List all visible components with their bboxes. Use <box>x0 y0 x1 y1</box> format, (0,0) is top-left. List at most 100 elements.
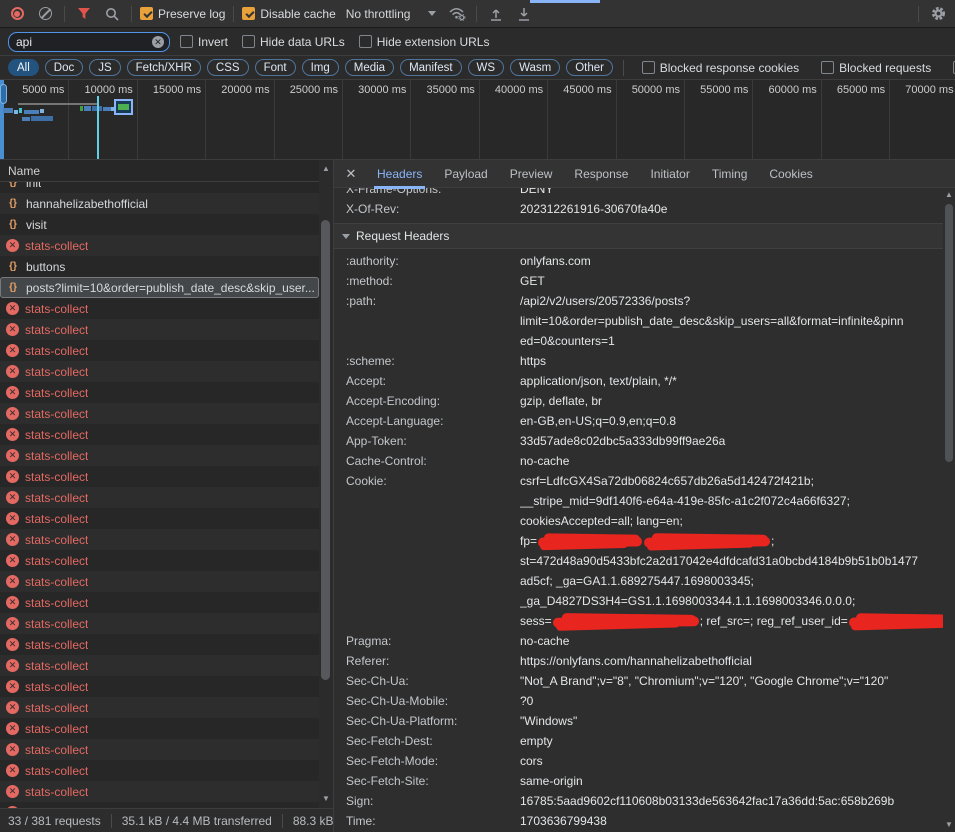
network-toolbar: Preserve log Disable cache No throttling <box>0 0 955 28</box>
request-row-stats-collect[interactable]: ✕stats-collect <box>0 697 319 718</box>
request-row-stats-collect[interactable]: ✕stats-collect <box>0 445 319 466</box>
timeline-tick-label: 10000 ms <box>84 84 136 96</box>
type-filter-fetch-xhr[interactable]: Fetch/XHR <box>127 59 201 76</box>
header-value-line: onlyfans.com <box>520 251 943 271</box>
header-value-line: "Not_A Brand";v="8", "Chromium";v="120",… <box>520 671 943 691</box>
tab-cookies[interactable]: Cookies <box>758 160 823 188</box>
request-name: init <box>26 182 41 190</box>
tab-timing[interactable]: Timing <box>701 160 759 188</box>
request-row-stats-collect[interactable]: ✕stats-collect <box>0 403 319 424</box>
header-value-line: https://onlyfans.com/hannahelizabethoffi… <box>520 651 943 671</box>
request-row-stats-collect[interactable]: ✕stats-collect <box>0 676 319 697</box>
type-filter-js[interactable]: JS <box>89 59 120 76</box>
divider <box>918 6 919 22</box>
tab-initiator[interactable]: Initiator <box>639 160 700 188</box>
type-filter-img[interactable]: Img <box>302 59 339 76</box>
header-row-sec-ch-ua-mobile: Sec-Ch-Ua-Mobile:?0 <box>334 691 943 711</box>
timeline-brush-handle[interactable] <box>0 84 7 104</box>
checkbox-checked <box>242 7 255 20</box>
tab-preview[interactable]: Preview <box>499 160 564 188</box>
request-row-stats-collect[interactable]: ✕stats-collect <box>0 487 319 508</box>
request-row-stats-collect[interactable]: ✕stats-collect <box>0 340 319 361</box>
request-row-stats-collect[interactable]: ✕stats-collect <box>0 571 319 592</box>
request-row-stats-collect[interactable]: ✕stats-collect <box>0 739 319 760</box>
type-filter-doc[interactable]: Doc <box>45 59 83 76</box>
record-button[interactable] <box>6 3 28 25</box>
failed-request-icon: ✕ <box>6 302 19 315</box>
header-value: "Windows" <box>520 711 943 731</box>
import-har-button[interactable] <box>485 3 507 25</box>
request-row-stats-collect[interactable]: ✕stats-collect <box>0 466 319 487</box>
type-filter-media[interactable]: Media <box>345 59 394 76</box>
request-row-stats-collect[interactable]: ✕stats-collect <box>0 508 319 529</box>
preserve-log-checkbox[interactable]: Preserve log <box>140 7 225 21</box>
filter-funnel-icon <box>77 7 91 20</box>
request-row-posts-limit-10-order-pub[interactable]: {}posts?limit=10&order=publish_date_desc… <box>0 277 319 298</box>
request-row-stats-collect[interactable]: ✕stats-collect <box>0 655 319 676</box>
settings-button[interactable] <box>927 3 949 25</box>
type-filter-wasm[interactable]: Wasm <box>510 59 560 76</box>
hide-data-urls-checkbox[interactable]: Hide data URLs <box>242 35 345 49</box>
clear-filter-icon[interactable]: ✕ <box>152 36 164 48</box>
tab-response[interactable]: Response <box>563 160 639 188</box>
blocked-response-cookies-checkbox[interactable]: Blocked response cookies <box>642 61 799 75</box>
scroll-up-icon[interactable]: ▲ <box>943 188 955 202</box>
request-row-stats-collect[interactable]: ✕stats-collect <box>0 592 319 613</box>
disable-cache-checkbox[interactable]: Disable cache <box>242 7 335 21</box>
request-row-stats-collect[interactable]: ✕stats-collect <box>0 550 319 571</box>
failed-request-icon: ✕ <box>6 575 19 588</box>
header-value-line: 1703636799438 <box>520 811 943 831</box>
request-row-hannahelizabethofficial[interactable]: {}hannahelizabethofficial <box>0 193 319 214</box>
name-column-header[interactable]: Name <box>0 160 333 182</box>
request-name: stats-collect <box>25 239 88 253</box>
invert-checkbox[interactable]: Invert <box>180 35 228 49</box>
filter-input[interactable] <box>16 35 152 49</box>
waterfall-selected-request-bar <box>114 99 133 115</box>
request-row-init[interactable]: {}init <box>0 182 319 193</box>
scrollbar-thumb[interactable] <box>945 204 953 462</box>
type-filter-ws[interactable]: WS <box>468 59 505 76</box>
request-row-stats-collect[interactable]: ✕stats-collect <box>0 613 319 634</box>
search-button[interactable] <box>101 3 123 25</box>
request-name: stats-collect <box>25 302 88 316</box>
type-filter-manifest[interactable]: Manifest <box>400 59 461 76</box>
request-row-stats-collect[interactable]: ✕stats-collect <box>0 781 319 802</box>
type-filter-css[interactable]: CSS <box>207 59 249 76</box>
blocked-requests-checkbox[interactable]: Blocked requests <box>821 61 931 75</box>
request-row-stats-collect[interactable]: ✕stats-collect <box>0 760 319 781</box>
clear-button[interactable] <box>34 3 56 25</box>
request-row-stats-collect[interactable]: ✕stats-collect <box>0 529 319 550</box>
hide-extension-urls-checkbox[interactable]: Hide extension URLs <box>359 35 490 49</box>
type-filter-font[interactable]: Font <box>255 59 296 76</box>
scroll-up-icon[interactable]: ▲ <box>319 162 333 176</box>
tab-payload[interactable]: Payload <box>433 160 498 188</box>
tab-headers[interactable]: Headers <box>366 160 433 188</box>
request-row-stats-collect[interactable]: ✕stats-collect <box>0 424 319 445</box>
scroll-down-icon[interactable]: ▼ <box>319 792 333 806</box>
scroll-down-icon[interactable]: ▼ <box>943 818 955 832</box>
timeline-overview[interactable]: 5000 ms10000 ms15000 ms20000 ms25000 ms3… <box>0 80 955 160</box>
request-row-stats-collect[interactable]: ✕stats-collect <box>0 319 319 340</box>
request-row-stats-collect[interactable]: ✕stats-collect <box>0 634 319 655</box>
scrollbar-thumb[interactable] <box>321 220 330 680</box>
failed-request-icon: ✕ <box>6 344 19 357</box>
throttling-dropdown[interactable]: No throttling <box>342 7 441 21</box>
request-row-stats-collect[interactable]: ✕ stats-collect <box>0 298 319 319</box>
network-conditions-button[interactable] <box>446 3 468 25</box>
close-details-button[interactable]: ✕ <box>340 163 362 185</box>
filter-toggle-button[interactable] <box>73 3 95 25</box>
request-row-buttons[interactable]: {}buttons <box>0 256 319 277</box>
request-row-stats-collect[interactable]: ✕stats-collect <box>0 382 319 403</box>
request-row-stats-collect[interactable]: ✕stats-collect <box>0 361 319 382</box>
devtools-network-panel: Preserve log Disable cache No throttling <box>0 0 955 832</box>
request-headers-section-header[interactable]: Request Headers <box>334 223 943 249</box>
export-har-button[interactable] <box>513 3 535 25</box>
type-filter-other[interactable]: Other <box>566 59 613 76</box>
network-conditions-icon <box>448 6 467 21</box>
header-value: onlyfans.com <box>520 251 943 271</box>
request-row-stats-collect[interactable]: ✕stats-collect <box>0 235 319 256</box>
request-row-stats-collect[interactable]: ✕stats-collect <box>0 718 319 739</box>
request-row-visit[interactable]: {}visit <box>0 214 319 235</box>
type-filter-all[interactable]: All <box>8 59 39 76</box>
header-value: 202312261916-30670fa40e <box>520 199 943 219</box>
